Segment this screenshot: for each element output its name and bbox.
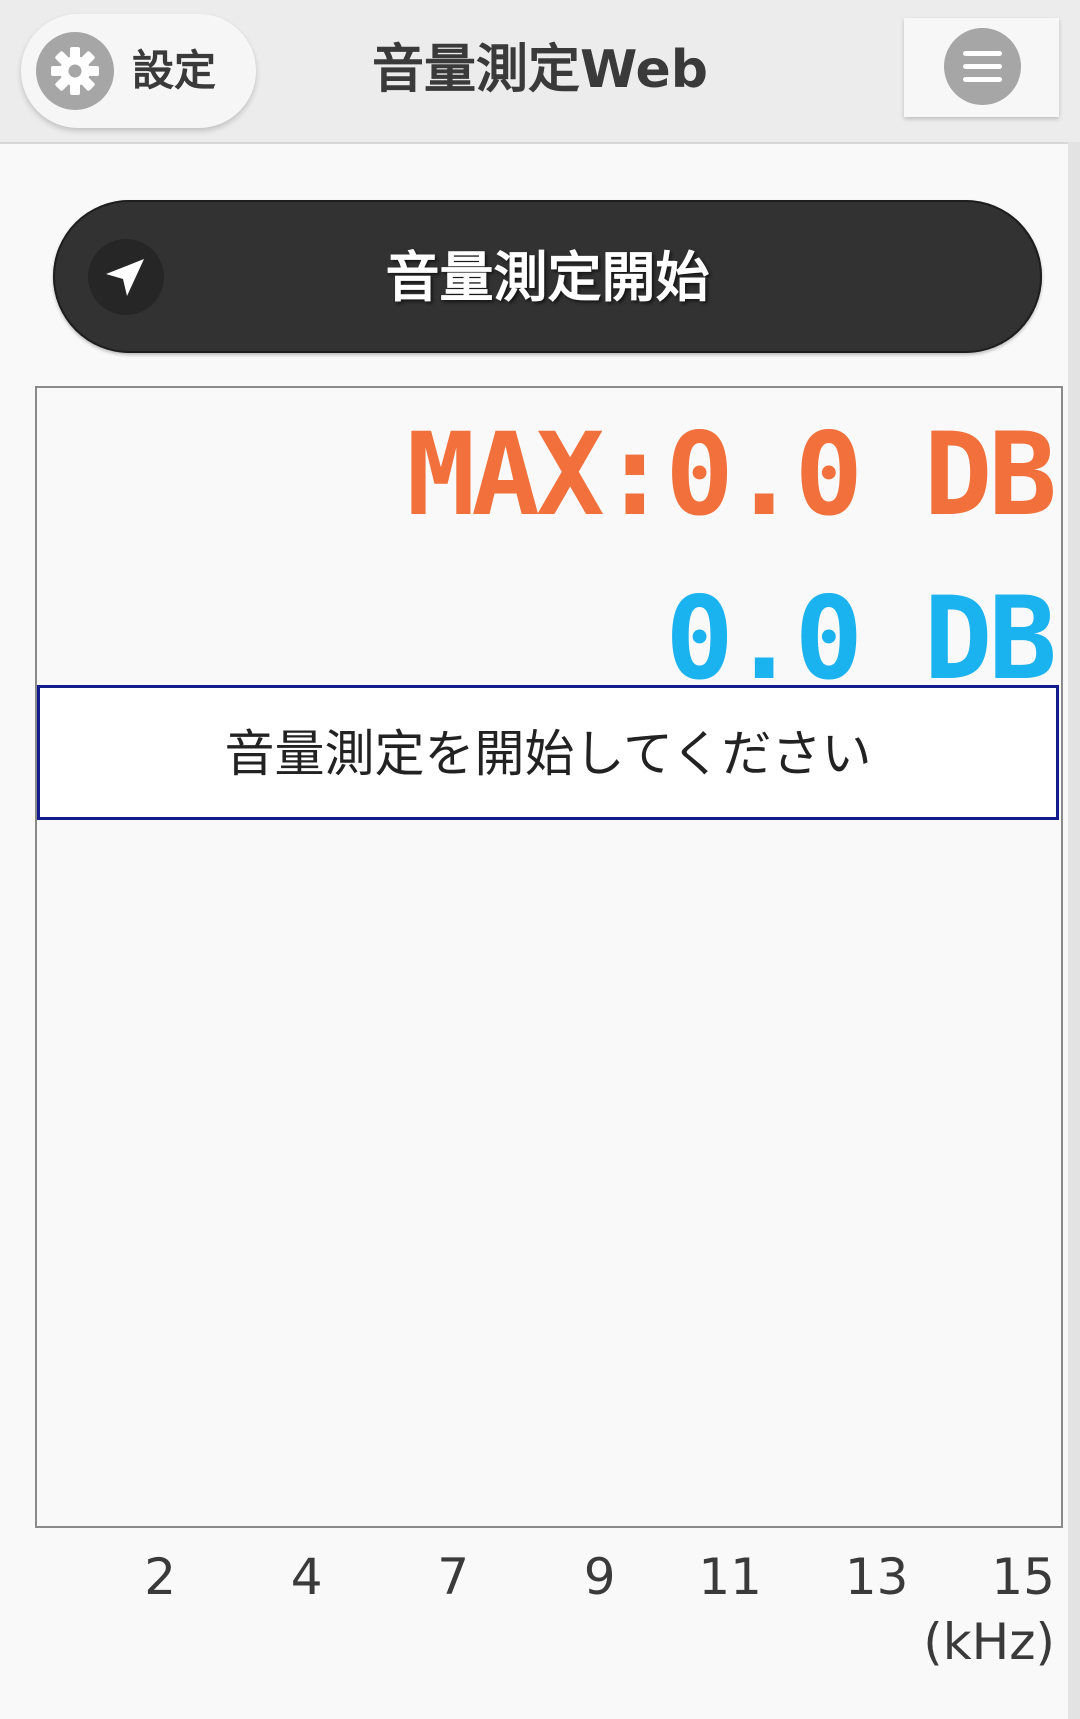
gear-icon: [36, 32, 114, 110]
axis-tick-label: 9: [583, 1548, 616, 1606]
hamburger-menu-icon: [944, 28, 1021, 105]
page-scrollbar[interactable]: [1068, 142, 1080, 1719]
app-header: 設定 音量測定Web: [0, 0, 1080, 144]
axis-tick-label: 13: [844, 1548, 909, 1606]
meter-panel: MAX:0.0 DB 0.0 DB 音量測定を開始してください: [35, 386, 1063, 1528]
axis-tick-label: 2: [144, 1548, 176, 1606]
start-measurement-button[interactable]: 音量測定開始: [53, 200, 1042, 353]
axis-tick-label: 11: [698, 1548, 762, 1606]
status-message-box: 音量測定を開始してください: [37, 685, 1059, 820]
axis-tick-label: 15: [991, 1548, 1055, 1606]
max-db-readout: MAX:0.0 DB: [406, 408, 1057, 541]
start-measurement-label: 音量測定開始: [385, 246, 710, 309]
menu-button[interactable]: [904, 18, 1059, 117]
axis-tick-label: 4: [290, 1548, 323, 1606]
app-title: 音量測定Web: [372, 40, 708, 100]
axis-tick-label: 7: [437, 1548, 469, 1606]
settings-button[interactable]: 設定: [21, 14, 256, 128]
settings-label: 設定: [132, 46, 217, 95]
axis-unit-label: (kHz): [923, 1613, 1055, 1671]
status-message: 音量測定を開始してください: [224, 725, 872, 783]
